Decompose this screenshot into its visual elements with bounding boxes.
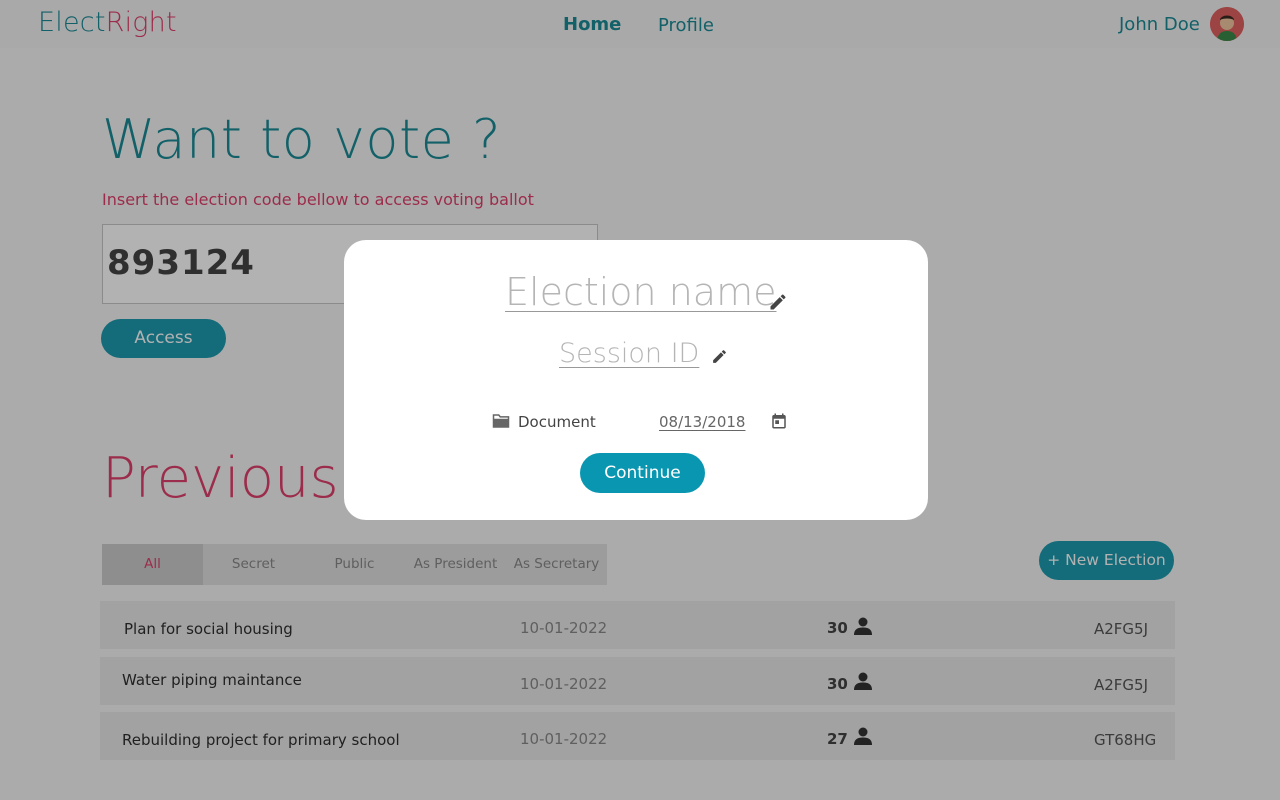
folder-icon[interactable] bbox=[492, 413, 510, 429]
continue-button[interactable]: Continue bbox=[580, 453, 705, 493]
new-election-dialog: Election name Session ID Document 08/13/… bbox=[344, 240, 928, 520]
session-id-field[interactable]: Session ID bbox=[559, 338, 699, 369]
calendar-icon[interactable] bbox=[770, 412, 788, 430]
edit-pencil-icon[interactable] bbox=[768, 292, 788, 312]
election-name-field[interactable]: Election name bbox=[505, 270, 776, 314]
document-label[interactable]: Document bbox=[518, 413, 596, 431]
edit-pencil-icon[interactable] bbox=[711, 348, 728, 365]
election-date-field[interactable]: 08/13/2018 bbox=[659, 413, 745, 431]
